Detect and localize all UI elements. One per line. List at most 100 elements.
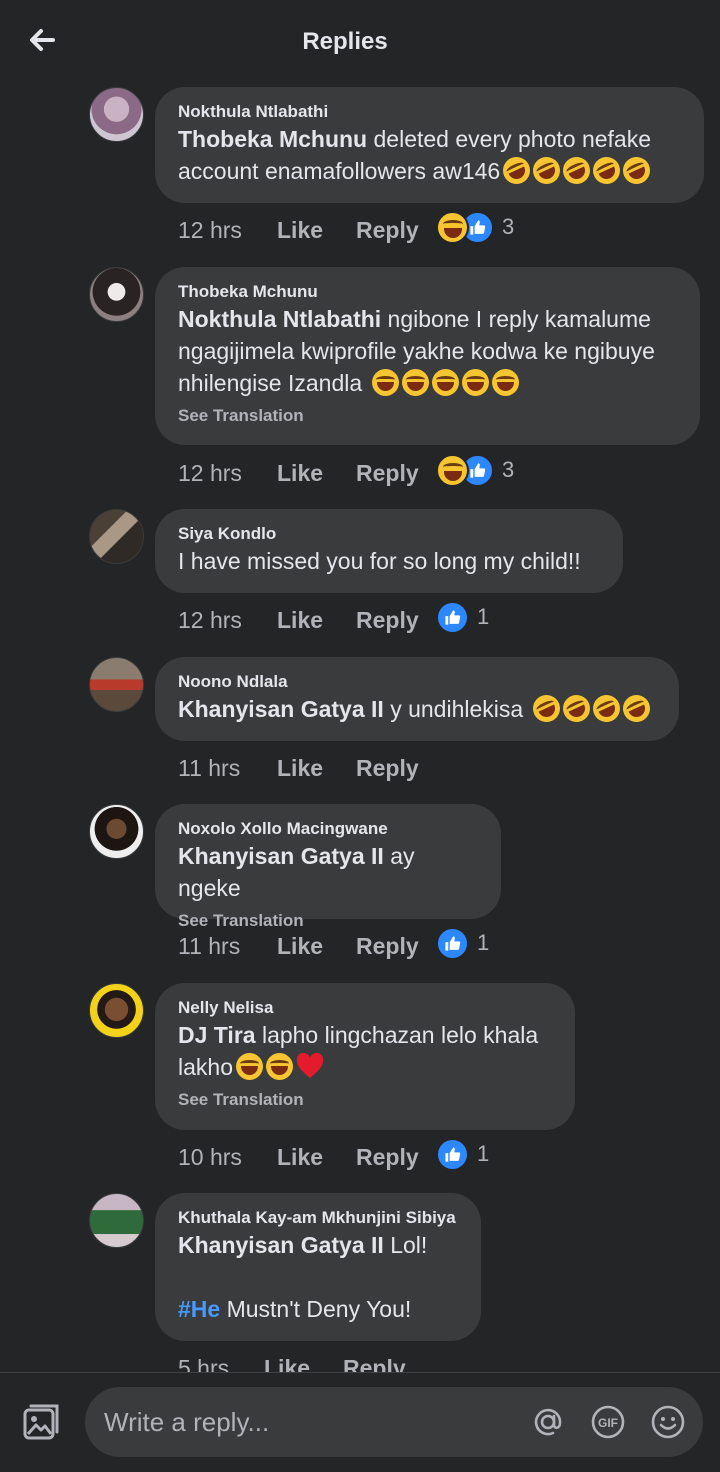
comment-actions: 10 hrs Like Reply [178,1141,419,1173]
mention-link[interactable]: DJ Tira [178,1022,256,1048]
reply-placeholder: Write a reply... [104,1407,270,1437]
like-reaction-icon [436,926,469,960]
joy-emoji-icon [265,1053,293,1080]
comment-bubble[interactable]: Noxolo Xollo Macingwane Khanyisan Gatya … [155,804,501,930]
rofl-emoji-icon [558,152,595,189]
comment-text: Khanyisan Gatya II y undihlekisa [178,690,657,727]
gif-icon: GIF [591,1405,625,1439]
haha-reaction-icon [436,210,469,244]
timestamp: 11 hrs [178,754,241,781]
comment-author[interactable]: Thobeka Mchunu [178,281,678,303]
reaction-count: 1 [477,930,490,955]
avatar[interactable] [89,657,144,712]
avatar[interactable] [89,267,144,322]
rofl-emoji-icon [498,152,535,189]
like-button[interactable]: Like [277,217,356,244]
avatar[interactable] [89,804,144,859]
comment-text: Khanyisan Gatya II ay ngeke [178,843,421,901]
rofl-emoji-icon [528,690,565,727]
comment-author[interactable]: Nelly Nelisa [178,997,553,1019]
comment-author[interactable]: Khuthala Kay-am Mkhunjini Sibiya [178,1207,459,1229]
like-button[interactable]: Like [264,1355,343,1373]
mention-link[interactable]: Khanyisan Gatya II [178,696,384,722]
like-button[interactable]: Like [277,607,356,634]
rofl-emoji-icon [528,152,565,189]
comment-actions: 11 hrs Like Reply [178,752,419,784]
comment-actions: 12 hrs Like Reply [178,457,419,489]
like-button[interactable]: Like [277,460,356,487]
comment-text: I have missed you for so long my child!! [178,548,581,574]
comment-author[interactable]: Nokthula Ntlabathi [178,101,682,123]
comment-actions: 11 hrs Like Reply [178,930,419,962]
reply-button[interactable]: Reply [356,755,419,782]
see-translation-link[interactable]: See Translation [178,910,479,932]
joy-emoji-icon [491,369,519,396]
rofl-emoji-icon [618,152,655,189]
avatar[interactable] [89,87,144,142]
photo-icon [23,1404,59,1440]
like-button[interactable]: Like [277,1144,356,1171]
timestamp: 5 hrs [178,1354,230,1373]
comment-text: Thobeka Mchunu deleted every photo nefak… [178,123,682,189]
timestamp: 12 hrs [178,216,242,243]
page-title: Replies [302,28,388,55]
reply-button[interactable]: Reply [356,933,419,960]
reply-button[interactable]: Reply [356,1144,419,1171]
comment-bubble[interactable]: Nokthula Ntlabathi Thobeka Mchunu delete… [155,87,704,203]
reaction-summary[interactable]: 1 [436,926,489,960]
see-translation-link[interactable]: See Translation [178,1089,553,1111]
svg-text:GIF: GIF [598,1416,618,1430]
reaction-count: 3 [502,457,515,482]
mention-link[interactable]: Khanyisan Gatya II [178,843,384,869]
comment-bubble[interactable]: Thobeka Mchunu Nokthula Ntlabathi ngibon… [155,267,700,445]
reaction-summary[interactable]: 1 [436,600,489,634]
comment-author[interactable]: Noxolo Xollo Macingwane [178,818,479,840]
comment-author[interactable]: Noono Ndlala [178,671,657,693]
emoji-button[interactable] [651,1405,685,1439]
joy-emoji-icon [461,369,489,396]
like-reaction-icon [436,1137,469,1171]
reply-input[interactable]: Write a reply... GIF [85,1387,703,1457]
comment-text: Khanyisan Gatya II Lol! #He Mustn't Deny… [178,1232,428,1322]
avatar[interactable] [89,1193,144,1248]
joy-emoji-icon [371,369,399,396]
gif-button[interactable]: GIF [591,1405,625,1439]
heart-emoji-icon [296,1053,324,1078]
joy-emoji-icon [431,369,459,396]
reaction-summary[interactable]: 1 [436,1137,489,1171]
reply-button[interactable]: Reply [356,607,419,634]
reaction-summary[interactable]: 3 [436,210,514,244]
comment-actions: 5 hrs Like Reply [178,1352,406,1373]
like-button[interactable]: Like [277,933,356,960]
comment-text: DJ Tira lapho lingchazan lelo khala lakh… [178,1022,545,1080]
see-translation-link[interactable]: See Translation [178,405,678,427]
like-button[interactable]: Like [277,755,356,782]
avatar[interactable] [89,509,144,564]
rofl-emoji-icon [588,152,625,189]
comment-bubble[interactable]: Siya Kondlo I have missed you for so lon… [155,509,623,593]
reaction-summary[interactable]: 3 [436,453,514,487]
avatar[interactable] [89,983,144,1038]
haha-reaction-icon [436,453,469,487]
top-bar: Replies [0,0,720,86]
comment-bubble[interactable]: Khuthala Kay-am Mkhunjini Sibiya Khanyis… [155,1193,481,1341]
comment-bubble[interactable]: Noono Ndlala Khanyisan Gatya II y undihl… [155,657,679,741]
hashtag-link[interactable]: #He [178,1296,220,1322]
reaction-count: 1 [477,1141,490,1166]
mention-button[interactable] [531,1405,565,1439]
reply-button[interactable]: Reply [356,217,419,244]
rofl-emoji-icon [558,690,595,727]
reaction-count: 1 [477,604,490,629]
timestamp: 12 hrs [178,606,242,633]
like-reaction-icon [436,600,469,634]
mention-link[interactable]: Thobeka Mchunu [178,126,367,152]
comment-author[interactable]: Siya Kondlo [178,523,601,545]
reply-button[interactable]: Reply [343,1355,406,1373]
add-photo-button[interactable] [22,1403,60,1441]
comment-bubble[interactable]: Nelly Nelisa DJ Tira lapho lingchazan le… [155,983,575,1130]
replies-list[interactable]: Nokthula Ntlabathi Thobeka Mchunu delete… [0,86,720,1372]
reply-button[interactable]: Reply [356,460,419,487]
mention-link[interactable]: Nokthula Ntlabathi [178,306,381,332]
mention-link[interactable]: Khanyisan Gatya II [178,1232,384,1258]
reply-composer: Write a reply... GIF [0,1373,720,1472]
